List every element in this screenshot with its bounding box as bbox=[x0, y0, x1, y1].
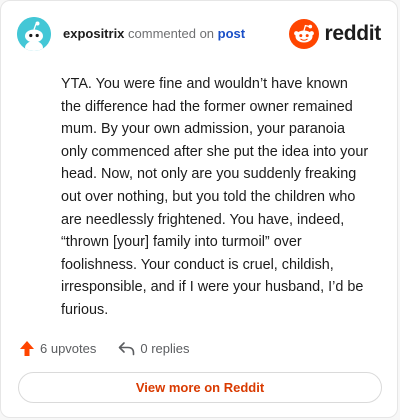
view-more-button[interactable]: View more on Reddit bbox=[18, 372, 382, 403]
upvote-count: 6 upvotes bbox=[40, 340, 97, 356]
reply-count: 0 replies bbox=[140, 340, 190, 356]
comment-embed-card: expositrix commented on post reddit YTA.… bbox=[0, 0, 398, 418]
comment-byline: expositrix commented on post bbox=[63, 26, 245, 42]
reddit-snoo-logo-icon bbox=[289, 19, 320, 49]
byline-action-text: commented on bbox=[128, 26, 215, 41]
snoo-avatar-icon[interactable] bbox=[17, 17, 51, 51]
username-link[interactable]: expositrix bbox=[63, 26, 124, 41]
upvote-arrow-icon bbox=[20, 340, 34, 356]
comment-header: expositrix commented on post reddit bbox=[17, 17, 381, 51]
reply-arrow-icon bbox=[119, 341, 135, 355]
reddit-wordmark: reddit bbox=[324, 22, 381, 45]
comment-actions: 6 upvotes 0 replies bbox=[19, 337, 190, 359]
reddit-logo[interactable]: reddit bbox=[289, 19, 381, 49]
reply-button[interactable]: 0 replies bbox=[118, 340, 190, 356]
comment-text: YTA. You were fine and wouldn’t have kno… bbox=[61, 76, 369, 318]
post-link[interactable]: post bbox=[218, 26, 245, 41]
upvote-button[interactable]: 6 upvotes bbox=[19, 340, 96, 357]
